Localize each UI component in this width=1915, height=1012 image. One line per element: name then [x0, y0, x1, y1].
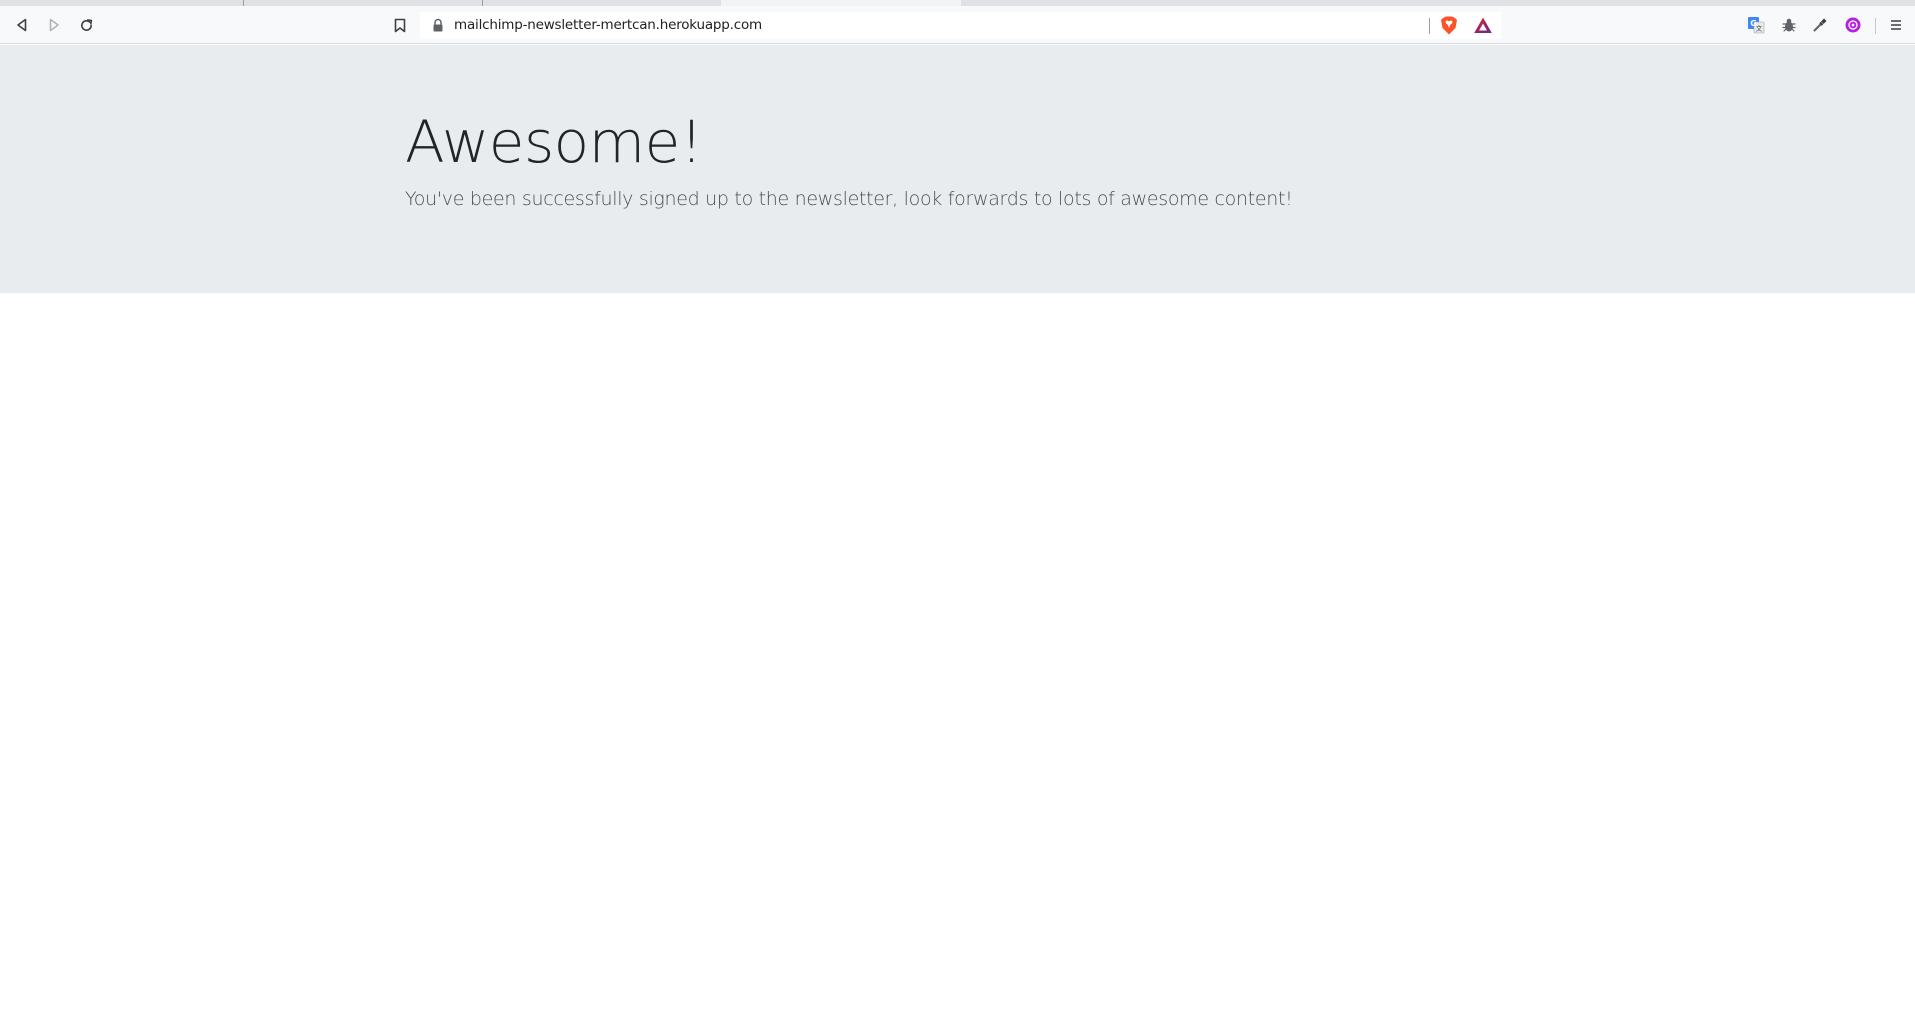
lock-icon[interactable] — [431, 18, 445, 33]
bug-extension-icon — [1782, 18, 1796, 32]
page-body — [0, 293, 1915, 1012]
translate-extension-icon: G 文 — [1748, 17, 1765, 34]
profile-extension-button[interactable] — [1843, 15, 1863, 35]
back-button[interactable] — [10, 13, 34, 37]
jumbotron: Awesome! You've been successfully signed… — [0, 45, 1915, 293]
omnibox-divider — [1429, 18, 1430, 34]
url-text[interactable]: mailchimp-newsletter-mertcan.herokuapp.c… — [454, 12, 762, 39]
svg-text:文: 文 — [1756, 24, 1763, 33]
brave-rewards-icon[interactable] — [1473, 16, 1493, 35]
profile-extension-icon — [1845, 17, 1861, 33]
color-picker-extension-button[interactable] — [1810, 15, 1830, 35]
translate-extension-button[interactable]: G 文 — [1746, 15, 1766, 35]
main-menu-button[interactable] — [1886, 15, 1906, 35]
toolbar-divider — [1875, 18, 1876, 34]
bookmark-button[interactable] — [388, 13, 412, 37]
reload-icon — [80, 18, 92, 31]
page-title: Awesome! — [405, 108, 703, 176]
success-message: You've been successfully signed up to th… — [405, 188, 1293, 210]
forward-button[interactable] — [42, 13, 66, 37]
address-bar[interactable]: mailchimp-newsletter-mertcan.herokuapp.c… — [420, 12, 1501, 39]
brave-shield-icon[interactable] — [1439, 15, 1459, 36]
hamburger-menu-icon — [1891, 20, 1901, 30]
back-arrow-icon — [17, 18, 27, 32]
reload-button[interactable] — [74, 13, 98, 37]
browser-toolbar: mailchimp-newsletter-mertcan.herokuapp.c… — [0, 6, 1915, 44]
bug-extension-button[interactable] — [1779, 15, 1799, 35]
color-picker-extension-icon — [1813, 18, 1827, 32]
bookmark-icon — [394, 18, 406, 32]
forward-arrow-icon — [49, 18, 59, 32]
